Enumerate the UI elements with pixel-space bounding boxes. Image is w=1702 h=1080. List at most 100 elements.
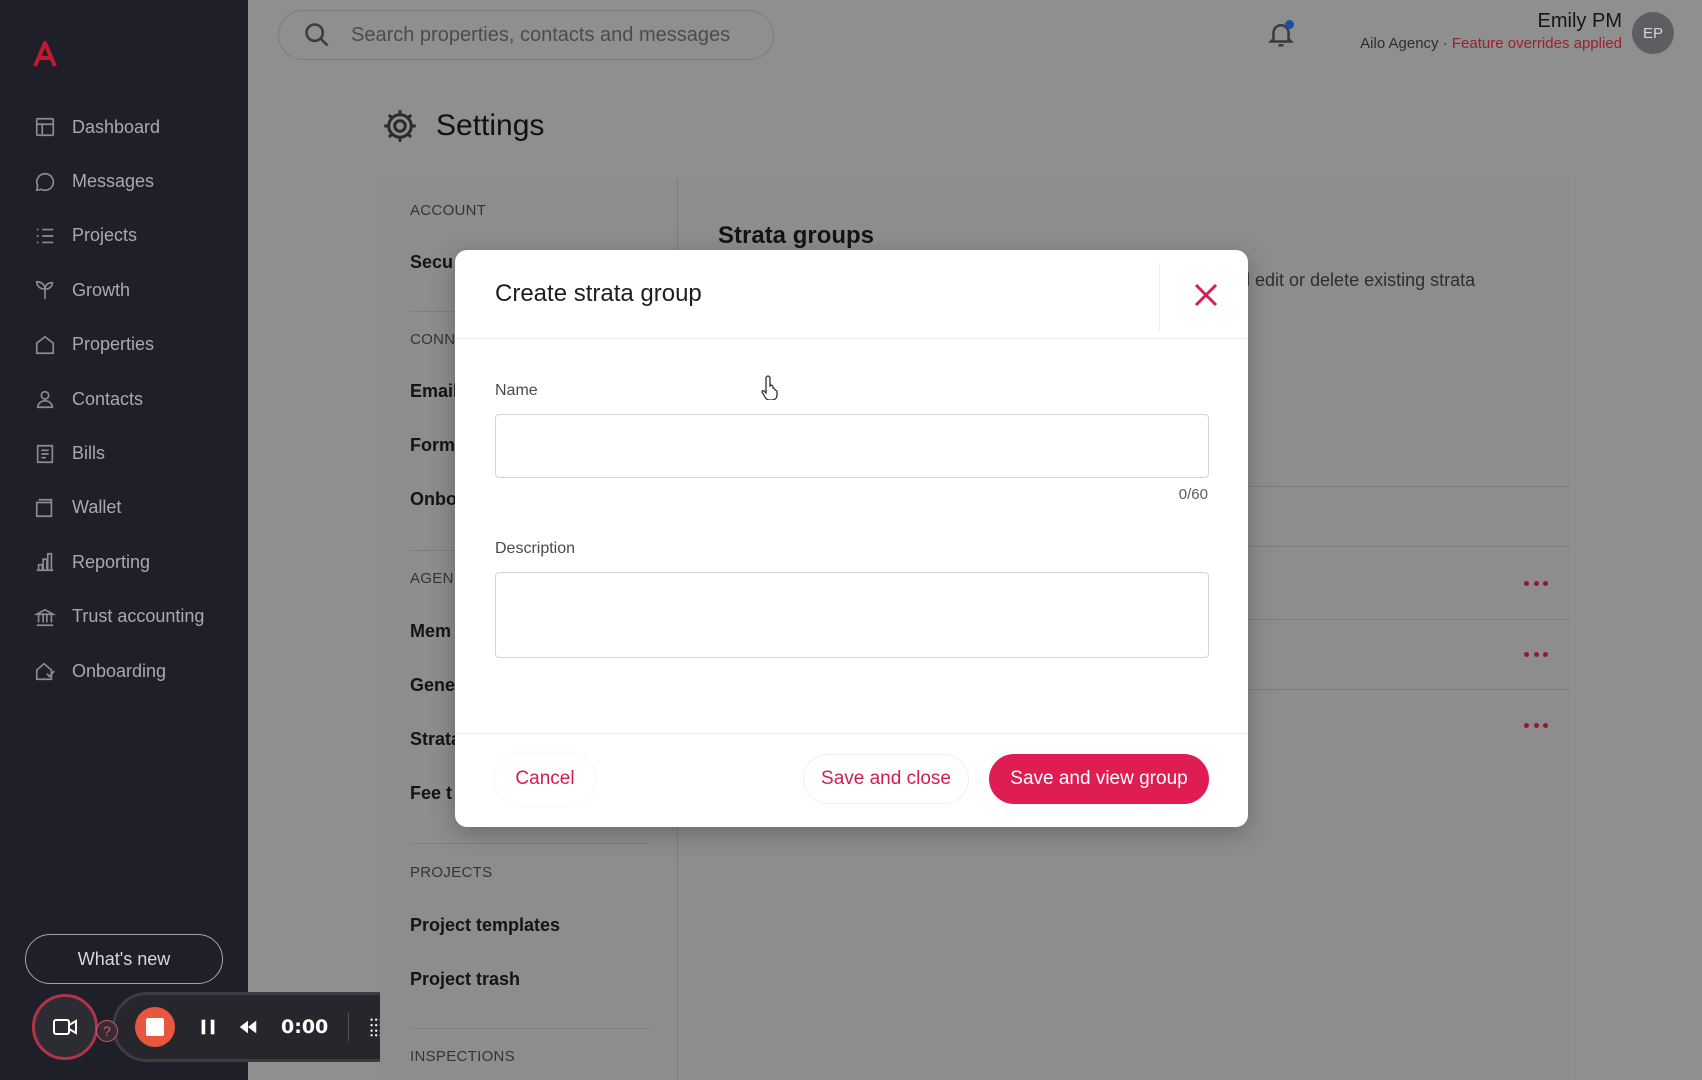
sidebar-item-trust-accounting[interactable]: Trust accounting <box>0 590 248 644</box>
search-placeholder: Search properties, contacts and messages <box>351 23 731 46</box>
sidebar-item-bills[interactable]: Bills <box>0 426 248 480</box>
dialog-divider <box>455 733 1248 734</box>
sidebar-item-properties[interactable]: Properties <box>0 318 248 372</box>
whats-new-button[interactable]: What's new <box>25 934 223 984</box>
close-button[interactable] <box>1191 280 1221 310</box>
table-divider <box>1246 486 1570 487</box>
message-icon <box>34 171 56 193</box>
sidebar-item-label: Projects <box>72 225 138 246</box>
settings-nav-item[interactable]: Gene <box>410 675 455 696</box>
house-icon <box>34 334 56 356</box>
dialog-title: Create strata group <box>495 280 702 307</box>
section-label-inspections: INSPECTIONS <box>410 1048 515 1065</box>
help-icon[interactable]: ? <box>96 1020 118 1042</box>
section-label-projects: PROJECTS <box>410 864 493 881</box>
save-and-close-button[interactable]: Save and close <box>803 754 969 804</box>
sidebar-item-wallet[interactable]: Wallet <box>0 481 248 535</box>
sidebar-item-label: Contacts <box>72 388 144 409</box>
row-more-menu-button[interactable] <box>1524 720 1548 730</box>
sidebar: Dashboard Messages Projects Growth Prope… <box>0 0 248 1080</box>
agency-name: Ailo Agency <box>1360 35 1439 52</box>
strata-groups-description: d edit or delete existing strata <box>1240 270 1476 290</box>
avatar[interactable]: EP <box>1632 12 1674 54</box>
sidebar-item-dashboard[interactable]: Dashboard <box>0 100 248 154</box>
list-icon <box>34 225 56 247</box>
separator-dot: · <box>1442 35 1448 52</box>
settings-nav-item[interactable]: Secu <box>410 252 453 273</box>
page-title: Settings <box>436 109 545 142</box>
stop-recording-button[interactable] <box>135 1007 175 1047</box>
rewind-button[interactable] <box>235 1014 261 1040</box>
feature-override-note: Feature overrides applied <box>1451 35 1622 52</box>
settings-nav-item[interactable]: Form <box>410 435 455 456</box>
sidebar-item-label: Messages <box>72 171 155 192</box>
settings-nav-item[interactable]: Fee t <box>410 783 452 804</box>
receipt-icon <box>34 443 56 465</box>
section-divider <box>410 843 650 844</box>
bar-chart-icon <box>34 551 56 573</box>
notification-dot <box>1285 20 1294 29</box>
notifications-button[interactable] <box>1266 18 1296 50</box>
cancel-button[interactable]: Cancel <box>495 754 595 804</box>
name-char-counter: 0/60 <box>1178 486 1208 503</box>
description-field[interactable] <box>495 572 1209 658</box>
close-divider <box>1159 262 1160 332</box>
settings-nav-item[interactable]: Onbo <box>410 489 457 510</box>
toolbar-divider <box>348 1013 350 1041</box>
close-icon <box>1194 283 1218 307</box>
user-name[interactable]: Emily PM <box>1538 10 1622 33</box>
dialog-divider <box>455 338 1248 339</box>
sidebar-item-messages[interactable]: Messages <box>0 154 248 208</box>
description-label: Description <box>495 540 576 557</box>
onboarding-icon <box>34 660 56 682</box>
settings-nav-item-project-templates[interactable]: Project templates <box>410 915 560 936</box>
section-label-connections: CONN <box>410 331 456 348</box>
row-more-menu-button[interactable] <box>1524 578 1548 588</box>
gear-icon <box>384 110 416 142</box>
ailo-logo[interactable] <box>32 40 58 68</box>
stop-icon <box>146 1018 164 1036</box>
section-label-agency: AGEN <box>410 570 454 587</box>
name-field[interactable] <box>495 414 1209 478</box>
video-camera-icon <box>53 1019 77 1035</box>
save-and-view-group-button[interactable]: Save and view group <box>989 754 1209 804</box>
settings-nav-item[interactable]: Email <box>410 381 458 402</box>
sidebar-item-onboarding[interactable]: Onboarding <box>0 644 248 698</box>
create-strata-group-dialog: Create strata group Name 0/60 Descriptio… <box>455 250 1248 827</box>
search-input[interactable]: Search properties, contacts and messages <box>278 10 774 60</box>
settings-nav-item[interactable]: Mem <box>410 621 451 642</box>
pause-icon <box>201 1019 215 1035</box>
section-divider <box>410 1028 650 1029</box>
sidebar-item-projects[interactable]: Projects <box>0 209 248 263</box>
row-more-menu-button[interactable] <box>1524 649 1548 659</box>
sidebar-item-reporting[interactable]: Reporting <box>0 535 248 589</box>
wallet-icon <box>34 497 56 519</box>
settings-nav-item-strata[interactable]: Strata <box>410 729 461 750</box>
sprout-icon <box>34 279 56 301</box>
rewind-icon <box>239 1020 257 1034</box>
search-icon <box>305 23 329 47</box>
camera-toggle-button[interactable] <box>32 994 98 1060</box>
sidebar-item-label: Trust accounting <box>72 606 205 627</box>
pause-button[interactable] <box>195 1014 221 1040</box>
recording-timer: 0:00 <box>281 1016 329 1038</box>
user-subtitle: Ailo Agency · Feature overrides applied <box>1360 35 1622 52</box>
settings-nav-item-project-trash[interactable]: Project trash <box>410 969 520 990</box>
sidebar-nav: Dashboard Messages Projects Growth Prope… <box>0 100 248 698</box>
table-divider <box>1246 619 1570 620</box>
sidebar-item-label: Reporting <box>72 551 151 572</box>
sidebar-item-label: Properties <box>72 334 155 355</box>
sidebar-item-label: Wallet <box>72 497 122 518</box>
sidebar-item-label: Onboarding <box>72 660 167 681</box>
person-icon <box>34 388 56 410</box>
sidebar-item-contacts[interactable]: Contacts <box>0 372 248 426</box>
dashboard-icon <box>34 116 56 138</box>
table-divider <box>1246 546 1570 547</box>
strata-groups-title: Strata groups <box>718 222 875 249</box>
sidebar-item-label: Bills <box>72 443 106 464</box>
name-label: Name <box>495 382 538 399</box>
hand-cursor-icon <box>761 375 778 400</box>
table-divider <box>1246 689 1570 690</box>
section-label-account: ACCOUNT <box>410 202 487 219</box>
sidebar-item-growth[interactable]: Growth <box>0 263 248 317</box>
